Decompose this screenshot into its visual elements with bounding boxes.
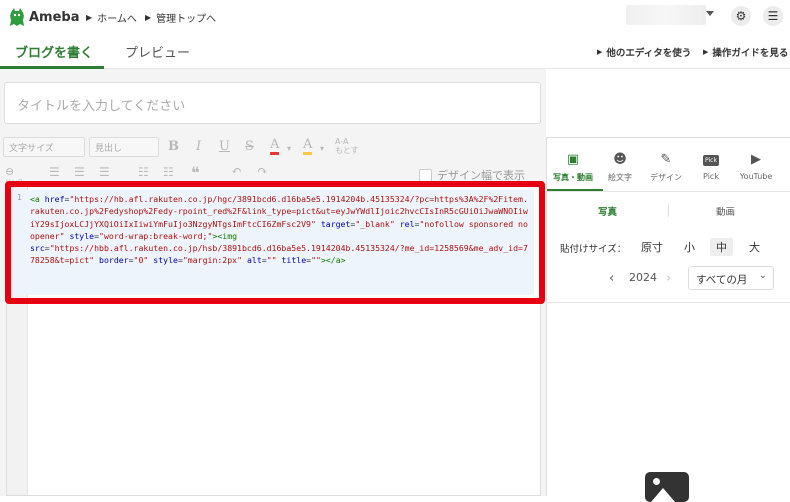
size-option-large[interactable]: 大 [743, 238, 766, 256]
prev-year-icon[interactable]: ‹ [609, 271, 614, 286]
chevron-down-icon: ⌄ [758, 270, 767, 281]
next-year-icon[interactable]: › [666, 271, 671, 286]
emoji-icon: ☻ [613, 152, 627, 167]
title-input[interactable]: タイトルを入力してください [4, 82, 541, 124]
align-right-icon[interactable]: ☰ [99, 165, 110, 179]
design-width-checkbox[interactable] [419, 168, 432, 182]
image-mountain-shape [651, 488, 675, 502]
design-icon: ✎ [660, 152, 672, 167]
panel-tab-youtube-label: YouTube [739, 172, 773, 181]
year-label: 2024 [629, 271, 657, 284]
divider [547, 191, 790, 192]
panel-tab-design[interactable]: ✎ デザイン [643, 152, 689, 183]
align-left-icon[interactable]: ☰ [49, 165, 60, 179]
top-bar: Ameba ▶ ホームへ ▶ 管理トップへ ⚙ ☰ [0, 0, 790, 33]
align-center-icon[interactable]: ☰ [74, 165, 85, 179]
size-option-medium[interactable]: 中 [710, 238, 733, 256]
ameba-logo[interactable]: Ameba [8, 6, 80, 28]
underline-icon[interactable]: U [219, 139, 230, 154]
gear-icon[interactable]: ⚙ [731, 6, 751, 26]
numbered-list-icon[interactable]: ☷ [163, 165, 174, 179]
panel-tab-youtube[interactable]: ▶ YouTube [733, 152, 779, 181]
media-panel: ▣ 写真・動画 ☻ 絵文字 ✎ デザイン Pick Pick ▶ YouTube… [546, 137, 790, 502]
month-select[interactable]: すべての月 ⌄ [688, 266, 774, 290]
chevron-down-icon[interactable] [706, 11, 714, 16]
heading-select[interactable]: 見出し [89, 137, 159, 157]
image-sun-shape [653, 478, 660, 485]
panel-tab-emoji[interactable]: ☻ 絵文字 [597, 152, 643, 183]
panel-tab-photo-label: 写真・動画 [553, 173, 593, 182]
size-option-small[interactable]: 小 [678, 238, 701, 256]
hamburger-icon[interactable]: ☰ [763, 6, 783, 26]
image-placeholder-icon [645, 472, 689, 502]
sub-tab-photo[interactable]: 写真 [598, 204, 617, 218]
undo-icon[interactable]: ↶ [231, 164, 242, 179]
chevron-right-icon: ▶ [145, 13, 152, 22]
pick-icon: Pick [703, 155, 719, 166]
panel-tab-pick-label: Pick [703, 172, 719, 181]
photo-icon: ▣ [566, 152, 580, 167]
account-select[interactable] [626, 5, 706, 25]
guide-link[interactable]: ▶ 操作ガイドを見る [703, 45, 788, 59]
chevron-down-icon[interactable]: ▾ [287, 144, 291, 153]
text-color-icon[interactable]: A [270, 138, 280, 155]
ameba-mascot-icon [10, 8, 24, 26]
paste-size-label: 貼付けサイズ： [560, 244, 627, 255]
redo-icon[interactable]: ↷ [257, 164, 268, 179]
bold-icon[interactable]: B [168, 139, 179, 154]
youtube-icon: ▶ [751, 152, 761, 167]
chevron-right-icon: ▶ [86, 13, 93, 22]
divider [668, 204, 669, 217]
other-editor-link[interactable]: ▶ 他のエディタを使う [597, 45, 691, 59]
chevron-down-icon[interactable]: ▾ [320, 144, 324, 153]
home-link-label: ホームへ [97, 14, 137, 25]
size-option-original[interactable]: 原寸 [635, 238, 669, 256]
bullet-list-icon[interactable]: ☷ [138, 165, 149, 179]
panel-tab-pick[interactable]: Pick Pick [688, 152, 734, 181]
editor-tab-bar: ブログを書く プレビュー ▶ 他のエディタを使う ▶ 操作ガイドを見る [0, 33, 790, 69]
other-editor-label: 他のエディタを使う [606, 48, 692, 59]
month-select-value: すべての月 [696, 274, 748, 286]
guide-link-label: 操作ガイドを見る [712, 48, 789, 59]
tab-preview[interactable]: プレビュー [125, 42, 190, 61]
panel-tab-emoji-label: 絵文字 [608, 173, 632, 182]
logo-text: Ameba [29, 9, 80, 25]
chevron-right-icon: ▶ [597, 48, 603, 56]
admin-top-link[interactable]: ▶ 管理トップへ [145, 10, 216, 25]
tab-write[interactable]: ブログを書く [15, 42, 93, 61]
home-link[interactable]: ▶ ホームへ [86, 10, 137, 25]
panel-tab-design-label: デザイン [650, 173, 682, 182]
clear-format-icon[interactable]: A-A もとす [335, 137, 359, 155]
highlight-color-icon[interactable]: A [303, 138, 313, 155]
sub-tab-video[interactable]: 動画 [716, 204, 735, 218]
panel-tab-photo[interactable]: ▣ 写真・動画 [550, 152, 596, 183]
quote-icon[interactable]: ❝ [191, 163, 200, 182]
font-size-select[interactable]: 文字サイズ [3, 137, 85, 157]
chevron-right-icon: ▶ [703, 48, 709, 56]
strikethrough-icon[interactable]: S [245, 139, 254, 154]
italic-icon[interactable]: I [196, 139, 201, 154]
divider [547, 302, 790, 303]
admin-top-link-label: 管理トップへ [156, 14, 217, 25]
red-highlight-frame [5, 181, 545, 304]
